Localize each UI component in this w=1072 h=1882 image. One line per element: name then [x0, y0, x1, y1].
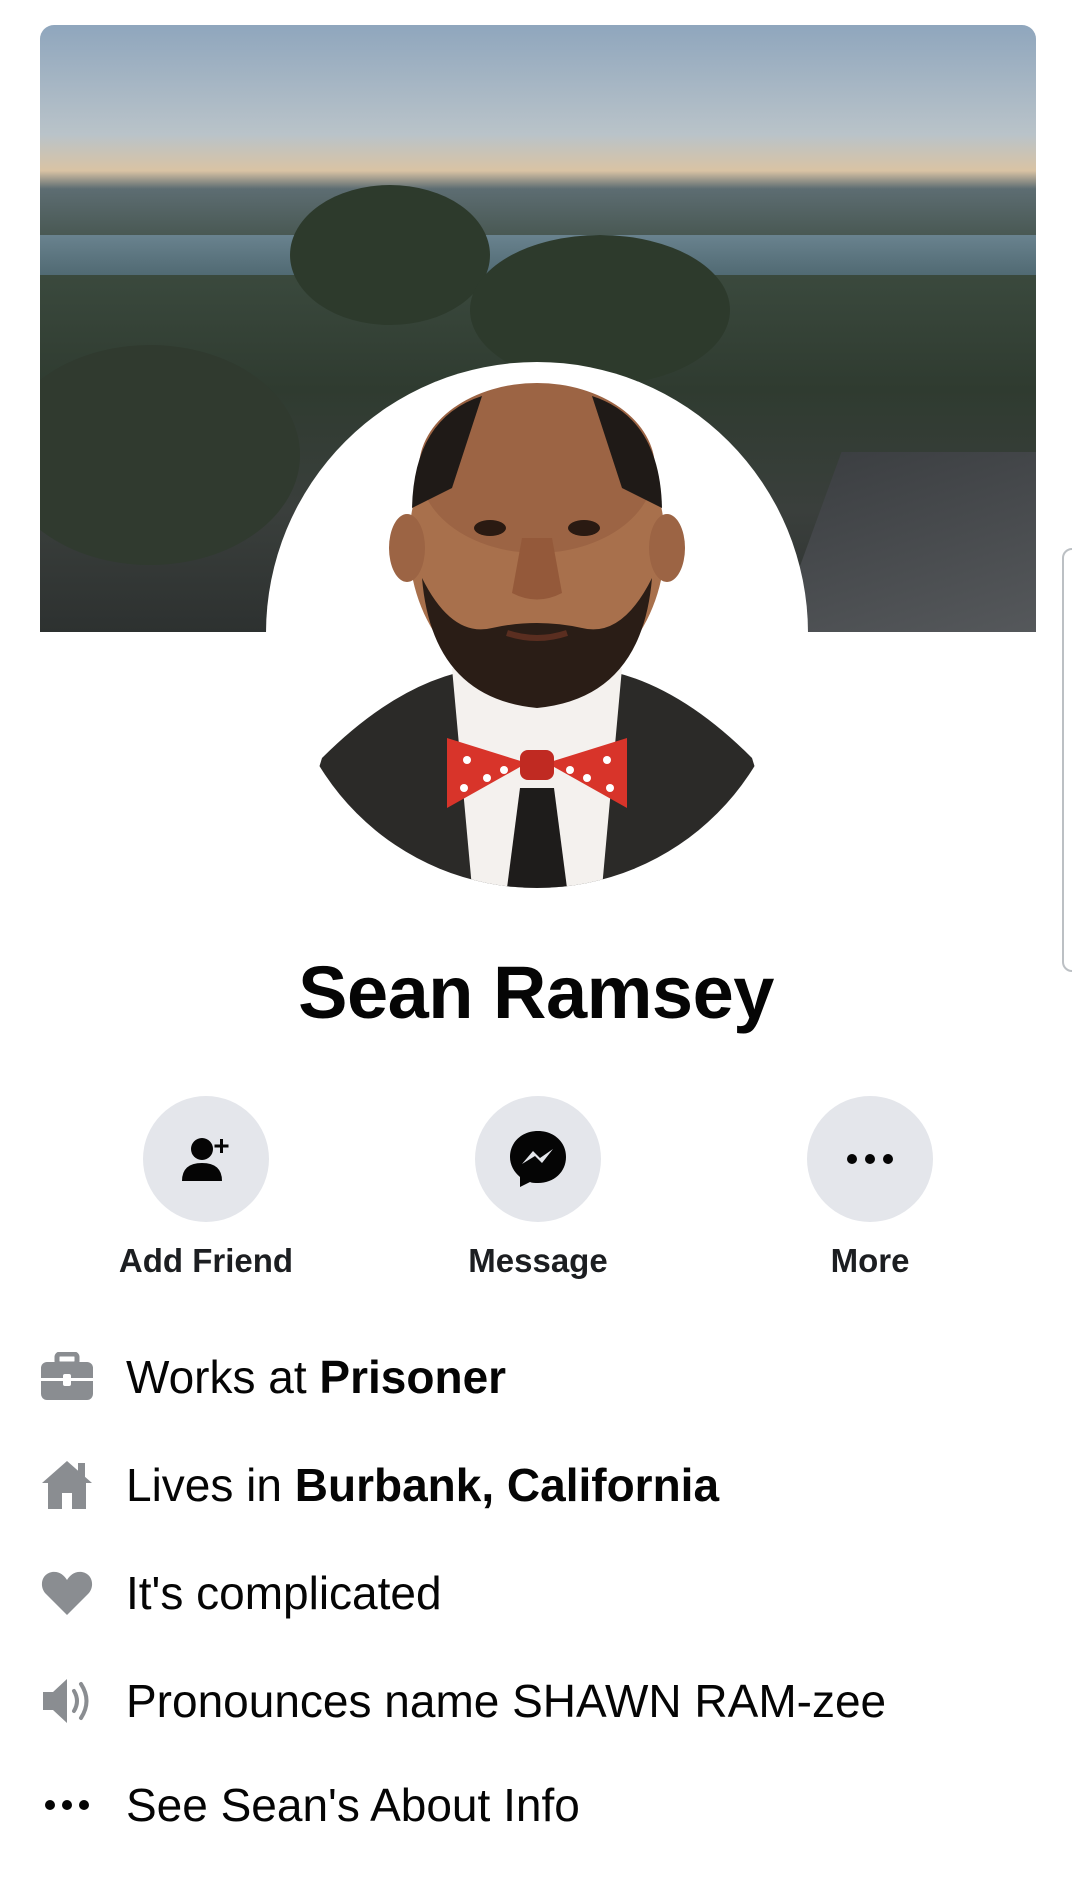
add-friend-icon — [182, 1138, 229, 1181]
home-text: Lives in Burbank, California — [126, 1458, 719, 1512]
message-circle — [475, 1096, 601, 1222]
home-prefix: Lives in — [126, 1459, 295, 1511]
work-row[interactable]: Works at Prisoner — [0, 1340, 1072, 1420]
cover-tree — [40, 345, 300, 565]
message-button[interactable]: Message — [428, 1096, 648, 1280]
more-button[interactable]: More — [760, 1096, 980, 1280]
home-row[interactable]: Lives in Burbank, California — [0, 1448, 1072, 1528]
relationship-row: It's complicated — [0, 1556, 1072, 1636]
messenger-icon — [510, 1131, 566, 1187]
cover-tree — [290, 185, 490, 325]
more-label: More — [830, 1242, 910, 1279]
profile-actions: Add Friend Message More — [0, 1096, 1072, 1296]
work-text: Works at Prisoner — [126, 1350, 506, 1404]
home-icon — [38, 1456, 96, 1514]
more-icon — [38, 1776, 96, 1834]
see-about-link[interactable]: See Sean's About Info — [126, 1778, 580, 1832]
work-prefix: Works at — [126, 1351, 320, 1403]
see-about-row[interactable]: See Sean's About Info — [0, 1768, 1072, 1848]
add-friend-circle — [143, 1096, 269, 1222]
profile-picture[interactable] — [282, 378, 792, 888]
speaker-icon — [38, 1672, 96, 1730]
home-value[interactable]: Burbank, California — [295, 1459, 719, 1511]
briefcase-icon — [38, 1348, 96, 1406]
side-scroll-handle[interactable] — [1062, 548, 1072, 972]
profile-name: Sean Ramsey — [298, 951, 774, 1034]
heart-icon — [38, 1564, 96, 1622]
relationship-text: It's complicated — [126, 1567, 442, 1619]
add-friend-label: Add Friend — [118, 1242, 294, 1279]
more-icon — [847, 1154, 893, 1164]
message-label: Message — [468, 1242, 608, 1279]
cover-road — [776, 452, 1036, 632]
work-value[interactable]: Prisoner — [319, 1351, 506, 1403]
add-friend-button[interactable]: Add Friend — [96, 1096, 316, 1280]
pronunciation-row[interactable]: Pronounces name SHAWN RAM-zee — [0, 1664, 1072, 1744]
pronunciation-text: Pronounces name SHAWN RAM-zee — [126, 1675, 887, 1727]
more-circle — [807, 1096, 933, 1222]
profile-portrait-image — [282, 378, 792, 888]
profile-picture-frame — [266, 362, 808, 904]
